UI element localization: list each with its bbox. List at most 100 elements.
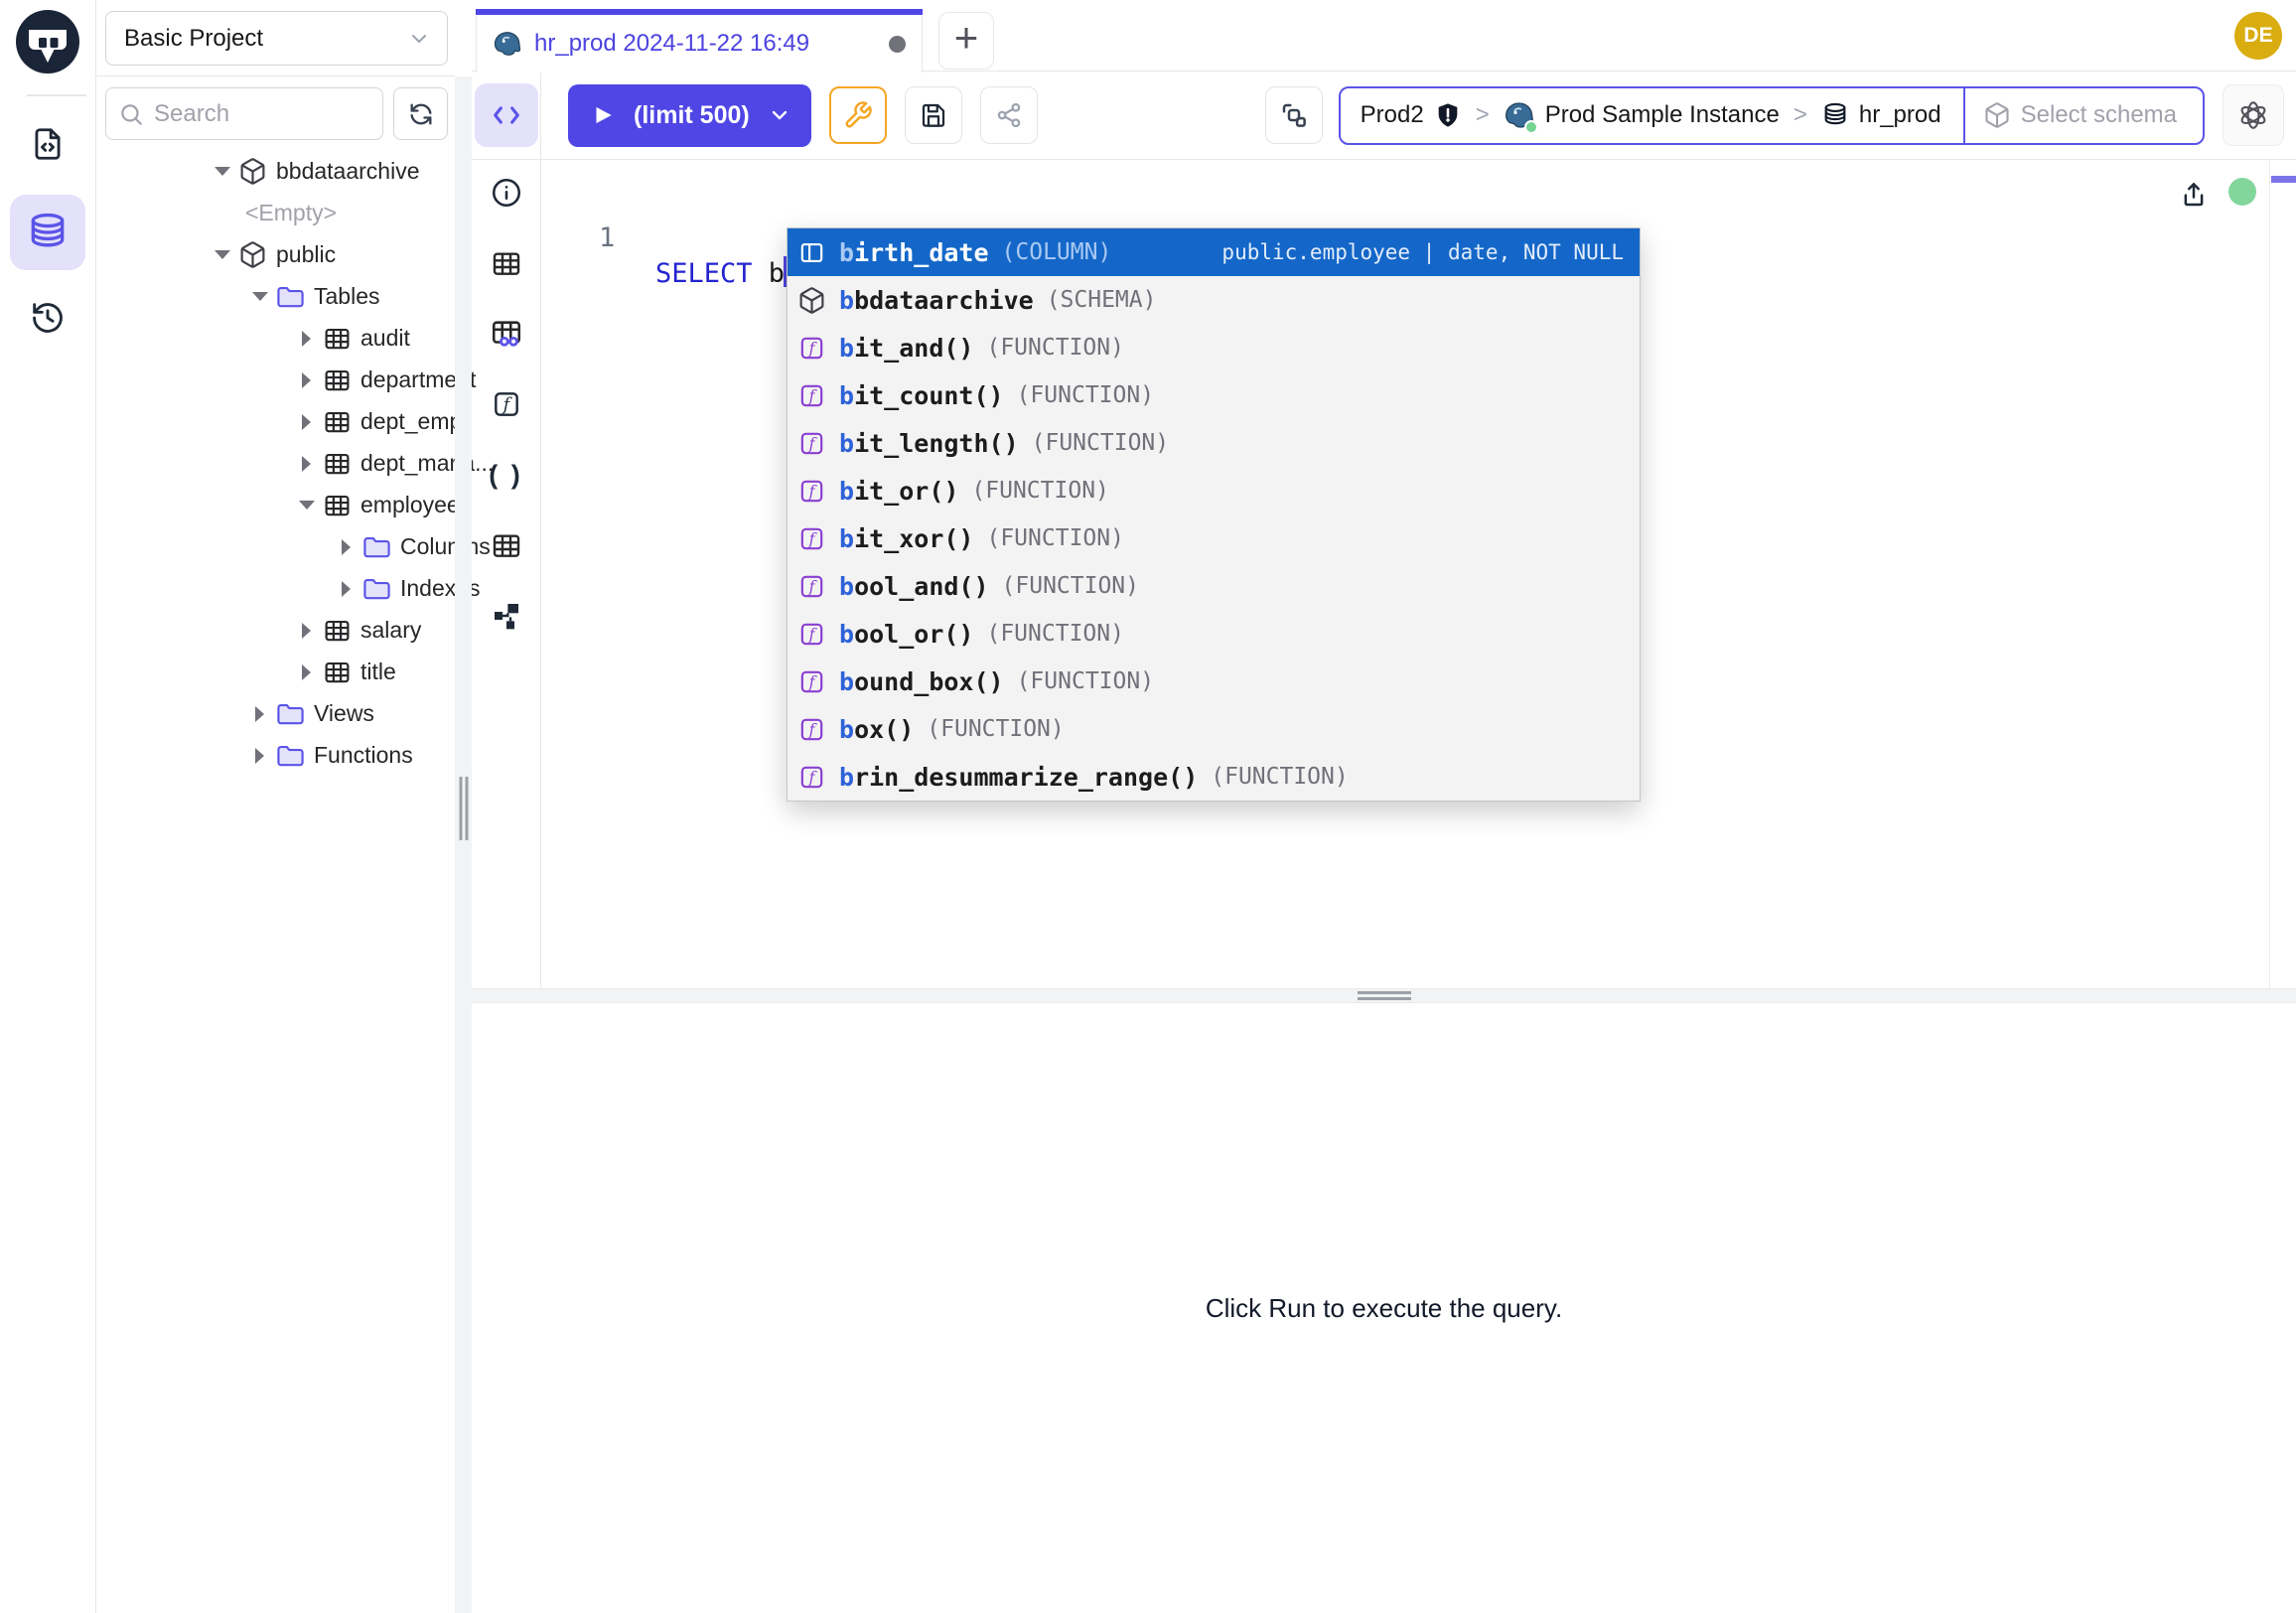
svg-text:f: f [808, 338, 818, 357]
svg-text:f: f [808, 528, 818, 547]
share-button[interactable] [980, 86, 1038, 144]
refresh-button[interactable] [393, 87, 448, 140]
caret-right-icon[interactable] [298, 455, 314, 471]
folder-icon [362, 532, 391, 561]
tree-item-employee[interactable]: employee [96, 484, 455, 525]
postgres-icon [493, 29, 522, 59]
suggestion-name: box() [839, 715, 914, 744]
breadcrumb-instance[interactable]: Prod Sample Instance [1504, 99, 1780, 131]
autocomplete-item-bbdataarchive[interactable]: bbdataarchive(SCHEMA) [788, 276, 1640, 324]
editor-body: f ( ) 1 [472, 160, 2296, 988]
autocomplete-item-bit-count[interactable]: fbit_count()(FUNCTION) [788, 371, 1640, 419]
info-button[interactable] [484, 170, 529, 216]
editor-minimap[interactable] [2269, 160, 2296, 988]
sample-data-button[interactable] [484, 311, 529, 357]
tree-item-bbdataarchive[interactable]: bbdataarchive [96, 150, 455, 192]
sql-editor[interactable]: 1 SELECT birth_date FROM public.employee… [541, 160, 2296, 988]
search-input[interactable] [154, 100, 370, 128]
project-select[interactable]: Basic Project [105, 11, 448, 66]
caret-down-icon[interactable] [214, 163, 229, 179]
batch-query-button[interactable] [1265, 86, 1323, 144]
upload-sql-button[interactable] [2179, 180, 2209, 210]
caret-right-icon[interactable] [338, 538, 354, 554]
tree-item-views[interactable]: Views [96, 692, 455, 734]
autocomplete-item-bound-box[interactable]: fbound_box()(FUNCTION) [788, 658, 1640, 705]
tree-item-label: Tables [314, 283, 379, 310]
svg-text:f: f [808, 719, 818, 738]
autocomplete-item-bit-or[interactable]: fbit_or()(FUNCTION) [788, 467, 1640, 514]
sidebar-item-history[interactable] [22, 292, 73, 344]
svg-text:f: f [808, 576, 818, 595]
tree-item-salary[interactable]: salary [96, 609, 455, 651]
sidebar-item-worksheets[interactable] [22, 118, 73, 170]
suggestion-kind: (FUNCTION) [971, 478, 1108, 504]
plus-icon: + [954, 14, 979, 62]
tree-item-columns[interactable]: Columns [96, 525, 455, 567]
bytebase-logo-icon[interactable] [16, 10, 79, 73]
caret-down-icon[interactable] [251, 288, 267, 304]
breadcrumb-environment[interactable]: Prod2 [1361, 101, 1462, 129]
code-view-toggle-button[interactable] [475, 83, 538, 147]
function-icon: f [797, 477, 826, 506]
tree-item-public[interactable]: public [96, 233, 455, 275]
suggestion-name: bit_length() [839, 429, 1019, 458]
tables-button[interactable] [484, 240, 529, 286]
parentheses-icon: ( ) [489, 460, 522, 491]
run-button-label: (limit 500) [634, 101, 750, 130]
caret-down-icon[interactable] [298, 497, 314, 513]
caret-down-icon[interactable] [214, 246, 229, 262]
tree-item-empty[interactable]: <Empty> [96, 192, 455, 233]
table-icon [491, 529, 522, 561]
svg-text:f: f [808, 433, 818, 452]
table-preview-icon [490, 317, 523, 351]
schema-diagram-button[interactable] [484, 593, 529, 639]
run-query-button[interactable]: (limit 500) [568, 84, 811, 147]
avatar[interactable]: DE [2234, 12, 2282, 60]
autocomplete-item-box[interactable]: fbox()(FUNCTION) [788, 705, 1640, 753]
results-resize-handle[interactable] [472, 988, 2296, 1003]
function-icon: f [491, 388, 522, 420]
caret-right-icon[interactable] [298, 371, 314, 387]
autocomplete-item-brin-desummarize-range[interactable]: fbrin_desummarize_range()(FUNCTION) [788, 753, 1640, 801]
autocomplete-item-bool-or[interactable]: fbool_or()(FUNCTION) [788, 610, 1640, 658]
tree-item-dept-mana[interactable]: dept_mana... [96, 442, 455, 484]
caret-right-icon[interactable] [251, 747, 267, 763]
search-box [105, 87, 383, 140]
ai-assistant-button[interactable] [2223, 84, 2284, 146]
tab-hr-prod[interactable]: hr_prod 2024-11-22 16:49 [476, 9, 923, 73]
autocomplete-item-bool-and[interactable]: fbool_and()(FUNCTION) [788, 562, 1640, 610]
tree-item-dept-emp[interactable]: dept_emp [96, 400, 455, 442]
autocomplete-item-birth-date[interactable]: birth_date(COLUMN)public.employee | date… [788, 228, 1640, 276]
caret-right-icon[interactable] [298, 413, 314, 429]
instance-label: Prod Sample Instance [1545, 101, 1780, 129]
autocomplete-item-bit-xor[interactable]: fbit_xor()(FUNCTION) [788, 514, 1640, 562]
tree-item-audit[interactable]: audit [96, 317, 455, 359]
caret-right-icon[interactable] [338, 580, 354, 596]
caret-right-icon[interactable] [298, 663, 314, 679]
folder-icon [276, 282, 305, 311]
suggestion-name: bool_and() [839, 572, 989, 601]
caret-right-icon[interactable] [298, 622, 314, 638]
tree-item-indexes[interactable]: Indexes [96, 567, 455, 609]
breadcrumb-database[interactable]: hr_prod [1821, 101, 1941, 129]
format-sql-button[interactable] [829, 86, 887, 144]
panel-resize-handle[interactable] [455, 76, 472, 1613]
tree-item-functions[interactable]: Functions [96, 734, 455, 776]
line-number: 1 [599, 220, 615, 256]
caret-right-icon[interactable] [251, 705, 267, 721]
tree-item-department[interactable]: department [96, 359, 455, 400]
new-tab-button[interactable]: + [938, 12, 994, 70]
functions-button[interactable]: f [484, 381, 529, 427]
schema-select[interactable]: Select schema [1963, 88, 2203, 143]
autocomplete-item-bit-and[interactable]: fbit_and()(FUNCTION) [788, 324, 1640, 371]
save-button[interactable] [905, 86, 962, 144]
autocomplete-item-bit-length[interactable]: fbit_length()(FUNCTION) [788, 419, 1640, 467]
function-icon: f [797, 620, 826, 649]
diagram-icon [491, 600, 522, 632]
svg-text:f: f [808, 671, 818, 690]
caret-right-icon[interactable] [298, 330, 314, 346]
tree-item-title[interactable]: title [96, 651, 455, 692]
sidebar-item-databases[interactable] [10, 195, 85, 270]
tree-item-tables[interactable]: Tables [96, 275, 455, 317]
project-select-value: Basic Project [124, 25, 263, 53]
